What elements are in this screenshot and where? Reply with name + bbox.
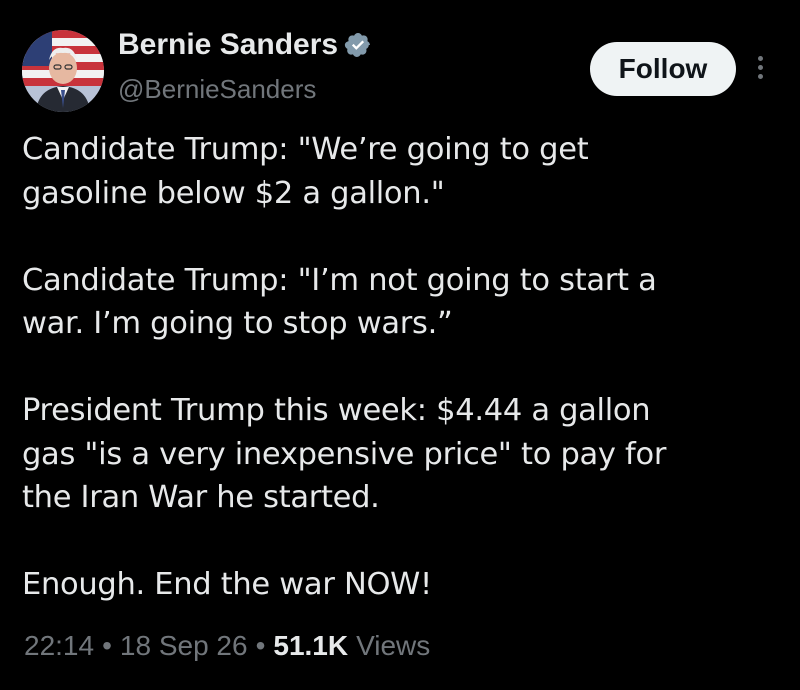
avatar-image [22,30,104,112]
display-name[interactable]: Bernie Sanders [118,28,338,62]
views-label: Views [356,630,431,661]
tweet-line: the Iran War he started. [22,480,380,515]
tweet-line: gas "is a very inexpensive price" to pay… [22,436,667,472]
tweet-line: war. I’m going to stop wars.” [22,306,453,341]
views-count[interactable]: 51.1K [273,630,348,662]
more-vertical-icon[interactable] [750,52,770,86]
name-row: Bernie Sanders [118,24,372,66]
tweet-line: Candidate Trump: "We’re going to get [22,132,589,167]
handle[interactable]: @BernieSanders [118,74,316,105]
tweet-line: President Trump this week: $4.44 a gallo… [22,393,651,428]
tweet-meta: 22:14 • 18 Sep 26 • 51.1K Views [24,630,430,662]
tweet-line: Candidate Trump: "I’m not going to start… [22,262,657,298]
tweet-card: Bernie Sanders @BernieSanders Follow Can… [0,0,800,690]
tweet-text: Candidate Trump: "We’re going to get gas… [22,128,782,607]
follow-button[interactable]: Follow [590,42,736,96]
meta-separator: • [255,630,266,661]
tweet-date[interactable]: 18 Sep 26 [120,630,248,662]
tweet-line: gasoline below $2 a gallon." [22,175,445,211]
tweet-line: Enough. End the war NOW! [22,567,432,602]
avatar[interactable] [22,30,104,112]
meta-separator: • [102,630,112,661]
tweet-time[interactable]: 22:14 [24,630,94,662]
verified-badge-icon[interactable] [344,31,372,59]
